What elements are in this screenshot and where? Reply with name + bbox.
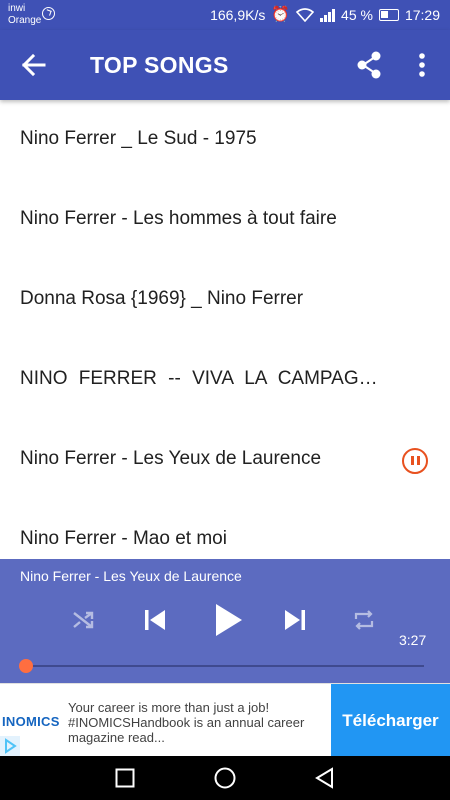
skip-next-icon <box>285 610 305 630</box>
triangle-back-icon <box>315 767 333 789</box>
song-list[interactable]: Nino Ferrer _ Le Sud - 1975 Nino Ferrer … <box>0 100 450 560</box>
recents-button[interactable] <box>113 766 137 790</box>
share-button[interactable] <box>352 50 386 80</box>
carrier-name: inwi Orange <box>8 3 41 27</box>
song-title: Nino Ferrer - Mao et moi <box>20 528 227 549</box>
skip-previous-icon <box>145 610 165 630</box>
song-item[interactable]: Donna Rosa {1969} _ Nino Ferrer <box>0 260 450 340</box>
song-title: NINO FERRER -- VIVA LA CAMPAGNE <box>20 368 385 389</box>
more-options-button[interactable] <box>410 50 434 80</box>
song-item[interactable]: Nino Ferrer - Les hommes à tout faire <box>0 180 450 260</box>
wifi-icon <box>296 8 315 22</box>
previous-button[interactable] <box>138 603 172 637</box>
home-button[interactable] <box>213 766 237 790</box>
more-vert-icon <box>419 53 425 77</box>
song-item[interactable]: Nino Ferrer _ Le Sud - 1975 <box>0 100 450 180</box>
back-button[interactable] <box>18 51 48 79</box>
ad-download-button[interactable]: Télécharger <box>331 684 450 757</box>
ad-text[interactable]: Your career is more than just a job! #IN… <box>68 700 323 745</box>
adchoices-icon[interactable] <box>0 736 20 756</box>
arrow-back-icon <box>21 53 46 77</box>
back-nav-button[interactable] <box>313 766 337 790</box>
song-title: Nino Ferrer _ Le Sud - 1975 <box>20 128 257 149</box>
pause-icon[interactable] <box>402 448 428 474</box>
repeat-icon <box>354 610 374 630</box>
circle-icon <box>214 767 236 789</box>
shuffle-button[interactable] <box>68 605 100 635</box>
square-icon <box>115 768 135 788</box>
seek-thumb[interactable] <box>19 659 33 673</box>
play-icon <box>216 604 242 636</box>
now-playing-title: Nino Ferrer - Les Yeux de Laurence <box>20 568 242 584</box>
next-button[interactable] <box>278 603 312 637</box>
seek-bar[interactable] <box>26 665 424 667</box>
clock: 17:29 <box>404 7 440 23</box>
shuffle-icon <box>73 611 94 629</box>
share-icon <box>357 51 381 79</box>
ad-brand-logo[interactable]: INOMICS <box>2 714 60 729</box>
ad-banner[interactable]: INOMICS Your career is more than just a … <box>0 683 450 757</box>
page-title: TOP SONGS <box>90 52 229 78</box>
carrier-line-2: Orange <box>8 15 42 26</box>
player-panel: Nino Ferrer - Les Yeux de Laurence 3:27 <box>0 559 450 683</box>
signal-icon <box>320 8 336 22</box>
song-title: Nino Ferrer - Les Yeux de Laurence <box>20 448 322 469</box>
song-item[interactable]: NINO FERRER -- VIVA LA CAMPAGNE <box>0 340 450 420</box>
play-button[interactable] <box>208 599 248 641</box>
status-bar: inwi Orange 166,9K/s ⏰ 45 % 17:29 <box>0 0 450 30</box>
song-item-playing[interactable]: Nino Ferrer - Les Yeux de Laurence <box>0 420 450 500</box>
song-item[interactable]: Nino Ferrer - Mao et moi <box>0 500 450 560</box>
battery-percent: 45 % <box>341 7 373 23</box>
data-saver-icon <box>42 7 55 20</box>
track-duration: 3:27 <box>399 632 427 648</box>
carrier-line-1: inwi <box>8 3 26 14</box>
app-bar: TOP SONGS <box>0 30 450 100</box>
network-speed: 166,9K/s <box>210 7 266 23</box>
system-nav-bar <box>0 756 450 800</box>
song-title: Nino Ferrer - Les hommes à tout faire <box>20 208 337 229</box>
battery-icon <box>378 9 399 21</box>
alarm-icon: ⏰ <box>271 6 291 23</box>
song-title: Donna Rosa {1969} _ Nino Ferrer <box>20 288 304 309</box>
repeat-button[interactable] <box>348 605 380 635</box>
